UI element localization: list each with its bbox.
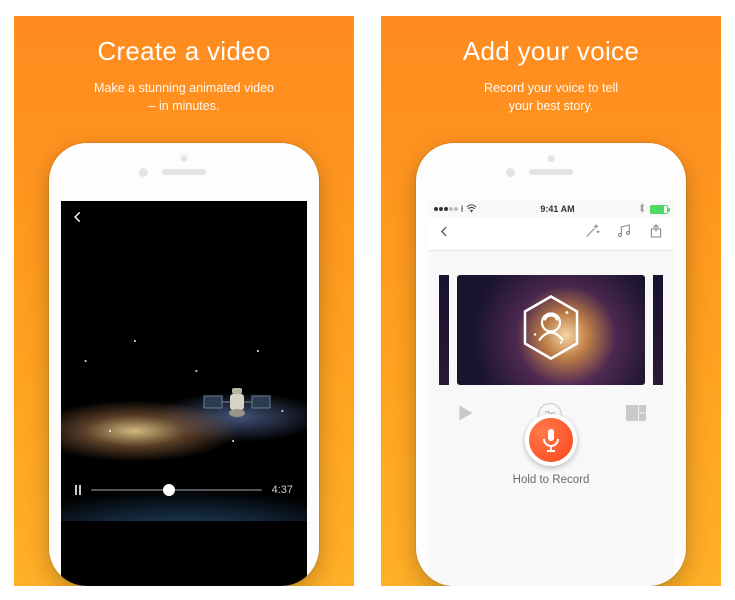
app-bar bbox=[428, 217, 674, 251]
phone-sensor bbox=[181, 155, 188, 162]
video-duration: 4:37 bbox=[272, 484, 293, 496]
video-controls: 4:37 bbox=[61, 484, 307, 496]
phone-hardware-top bbox=[416, 143, 686, 201]
record-label: Hold to Record bbox=[513, 474, 590, 486]
battery-icon bbox=[650, 205, 668, 214]
phone-camera bbox=[506, 168, 515, 177]
clip-prev[interactable] bbox=[439, 275, 449, 385]
phone-speaker bbox=[162, 169, 206, 175]
phone-hardware-top bbox=[49, 143, 319, 201]
status-bar: ł 9:41 AM bbox=[428, 201, 674, 217]
astronaut-hex-icon bbox=[521, 295, 581, 366]
wifi-icon bbox=[466, 204, 477, 215]
phone-speaker bbox=[529, 169, 573, 175]
back-icon[interactable] bbox=[438, 225, 451, 243]
screen-video-player: 4:37 bbox=[61, 201, 307, 586]
music-icon[interactable] bbox=[616, 223, 632, 244]
promo-panel-voice: Add your voice Record your voice to tell… bbox=[381, 16, 721, 586]
panel-title: Create a video bbox=[97, 36, 270, 67]
satellite-icon bbox=[202, 386, 272, 420]
screen-recorder: ł 9:41 AM bbox=[428, 201, 674, 586]
panel-subtitle: Record your voice to tell your best stor… bbox=[484, 79, 618, 115]
share-icon[interactable] bbox=[648, 223, 664, 244]
record-button[interactable] bbox=[525, 414, 577, 466]
panel-title: Add your voice bbox=[463, 36, 639, 67]
seek-track[interactable] bbox=[91, 489, 262, 491]
phone-camera bbox=[139, 168, 148, 177]
clip-next[interactable] bbox=[653, 275, 663, 385]
phone-mockup: 4:37 bbox=[49, 143, 319, 586]
wand-icon[interactable] bbox=[584, 223, 600, 244]
back-icon[interactable] bbox=[71, 210, 85, 229]
screen-top-bar bbox=[61, 201, 307, 237]
clip-strip bbox=[428, 251, 674, 385]
clip-current[interactable] bbox=[457, 275, 645, 385]
signal-icon bbox=[434, 207, 458, 211]
phone-mockup: ł 9:41 AM bbox=[416, 143, 686, 586]
bluetooth-icon bbox=[638, 203, 646, 215]
status-time: 9:41 AM bbox=[540, 204, 574, 214]
seek-knob[interactable] bbox=[163, 484, 175, 496]
phone-sensor bbox=[548, 155, 555, 162]
panel-subtitle: Make a stunning animated video – in minu… bbox=[94, 79, 274, 115]
carrier-label: ł bbox=[461, 204, 463, 214]
pause-icon[interactable] bbox=[75, 485, 81, 495]
mic-icon bbox=[541, 428, 561, 452]
record-area: Hold to Record bbox=[428, 414, 674, 486]
promo-panel-create: Create a video Make a stunning animated … bbox=[14, 16, 354, 586]
